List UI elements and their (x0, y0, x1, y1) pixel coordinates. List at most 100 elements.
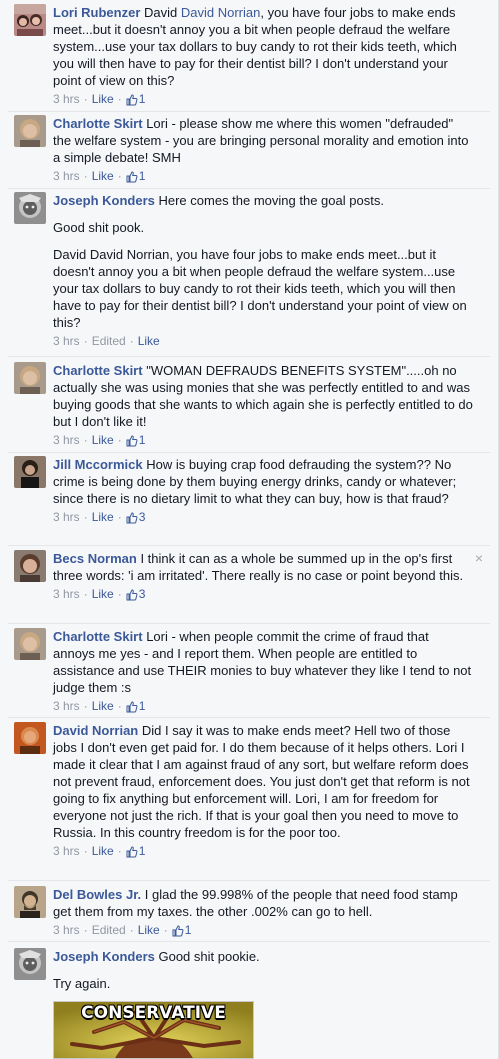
meme-image[interactable]: CONSERVATIVE (53, 1001, 254, 1059)
author-name[interactable]: Becs Norman (53, 551, 137, 566)
avatar[interactable] (14, 722, 46, 754)
timestamp[interactable]: 3 hrs (53, 844, 80, 858)
like-count[interactable]: 1 (126, 169, 145, 183)
thumbs-up-icon (126, 512, 138, 524)
timestamp[interactable]: 3 hrs (53, 334, 80, 348)
timestamp[interactable]: 3 hrs (53, 510, 80, 524)
avatar[interactable] (14, 4, 46, 36)
like-button[interactable]: Like (92, 92, 114, 106)
thumbs-up-icon (126, 589, 138, 601)
avatar[interactable] (14, 628, 46, 660)
thumbs-up-icon (172, 925, 184, 937)
timestamp[interactable]: 3 hrs (53, 169, 80, 183)
timestamp[interactable]: 3 hrs (53, 699, 80, 713)
comment-body: Charlotte Skirt Lori - when people commi… (53, 628, 473, 714)
divider (8, 623, 490, 624)
edited-label[interactable]: Edited (92, 923, 126, 937)
divider (8, 545, 490, 546)
profile-photo-icon (14, 362, 46, 394)
divider (8, 452, 490, 453)
timestamp[interactable]: 3 hrs (53, 923, 80, 937)
thumbs-up-icon (126, 94, 138, 106)
author-name[interactable]: Charlotte Skirt (53, 629, 143, 644)
close-icon[interactable]: × (475, 550, 483, 567)
profile-photo-icon (14, 115, 46, 147)
author-name[interactable]: Lori Rubenzer (53, 5, 140, 20)
timestamp[interactable]: 3 hrs (53, 92, 80, 106)
comment-body: Becs Norman I think it can as a whole be… (53, 550, 473, 602)
comment-meta: 3 hrs · Like · 3 (53, 587, 146, 601)
like-count[interactable]: 1 (126, 844, 145, 858)
comment-text: Good shit pookie. (158, 949, 260, 964)
profile-photo-icon (14, 192, 46, 224)
comment-meta: 3 hrs · Like · 1 (53, 699, 146, 713)
thumbs-up-icon (126, 701, 138, 713)
author-name[interactable]: Joseph Konders (53, 949, 155, 964)
timestamp[interactable]: 3 hrs (53, 587, 80, 601)
profile-photo-icon (14, 550, 46, 582)
divider (8, 941, 490, 942)
comment-paragraph: David David Norrian, you have four jobs … (53, 247, 467, 330)
author-name[interactable]: Charlotte Skirt (53, 116, 143, 131)
avatar[interactable] (14, 550, 46, 582)
comment-meta: 3 hrs · Like · 1 (53, 433, 146, 447)
like-count[interactable]: 1 (126, 433, 145, 447)
comment-text: Did I say it was to make ends meet? Hell… (53, 723, 470, 840)
comment-meta: 3 hrs · Like · 1 (53, 844, 146, 858)
like-button[interactable]: Like (92, 169, 114, 183)
comment-body: Joseph Konders Good shit pookie. Try aga… (53, 948, 473, 992)
thumbs-up-icon (126, 171, 138, 183)
like-button[interactable]: Like (138, 923, 160, 937)
author-name[interactable]: Del Bowles Jr. (53, 887, 141, 902)
avatar[interactable] (14, 456, 46, 488)
like-count[interactable]: 1 (126, 699, 145, 713)
meme-caption: CONSERVATIVE (81, 1003, 226, 1023)
comment-meta: 3 hrs · Like · 1 (53, 92, 146, 106)
author-name[interactable]: David Norrian (53, 723, 138, 738)
comment-meta: 3 hrs · Edited · Like (53, 334, 160, 348)
comment-meta: 3 hrs · Edited · Like · 1 (53, 923, 192, 937)
like-button[interactable]: Like (92, 844, 114, 858)
divider (8, 188, 490, 189)
profile-photo-icon (14, 948, 46, 980)
mention-link[interactable]: David Norrian (181, 5, 260, 20)
like-button[interactable]: Like (92, 587, 114, 601)
like-count[interactable]: 3 (126, 587, 145, 601)
author-name[interactable]: Joseph Konders (53, 193, 155, 208)
avatar[interactable] (14, 948, 46, 980)
like-count[interactable]: 1 (172, 923, 191, 937)
comment-body: Charlotte Skirt Lori - please show me wh… (53, 115, 473, 184)
like-button[interactable]: Like (92, 510, 114, 524)
comment-paragraph: Try again. (53, 976, 111, 991)
timestamp[interactable]: 3 hrs (53, 433, 80, 447)
thumbs-up-icon (126, 846, 138, 858)
comment-body: Joseph Konders Here comes the moving the… (53, 192, 473, 349)
avatar[interactable] (14, 362, 46, 394)
comment-body: Charlotte Skirt "WOMAN DEFRAUDS BENEFITS… (53, 362, 473, 448)
comment-meta: 3 hrs · Like · 3 (53, 510, 146, 524)
like-button[interactable]: Like (92, 699, 114, 713)
comment-paragraph: Good shit pook. (53, 220, 145, 235)
avatar[interactable] (14, 192, 46, 224)
divider (8, 880, 490, 881)
divider (8, 356, 490, 357)
divider (8, 111, 490, 112)
comment-thread: Lori Rubenzer David David Norrian, you h… (0, 0, 499, 1059)
comment-text: David (144, 5, 181, 20)
author-name[interactable]: Charlotte Skirt (53, 363, 143, 378)
comment-body: Jill Mccormick How is buying crap food d… (53, 456, 473, 525)
profile-photo-icon (14, 456, 46, 488)
comment-body: Lori Rubenzer David David Norrian, you h… (53, 4, 473, 107)
comment-body: Del Bowles Jr. I glad the 99.998% of the… (53, 886, 473, 938)
like-button[interactable]: Like (138, 334, 160, 348)
like-count[interactable]: 3 (126, 510, 145, 524)
profile-photo-icon (14, 628, 46, 660)
like-button[interactable]: Like (92, 433, 114, 447)
like-count[interactable]: 1 (126, 92, 145, 106)
divider (8, 717, 490, 718)
edited-label[interactable]: Edited (92, 334, 126, 348)
avatar[interactable] (14, 115, 46, 147)
avatar[interactable] (14, 886, 46, 918)
comment-body: David Norrian Did I say it was to make e… (53, 722, 473, 859)
author-name[interactable]: Jill Mccormick (53, 457, 143, 472)
